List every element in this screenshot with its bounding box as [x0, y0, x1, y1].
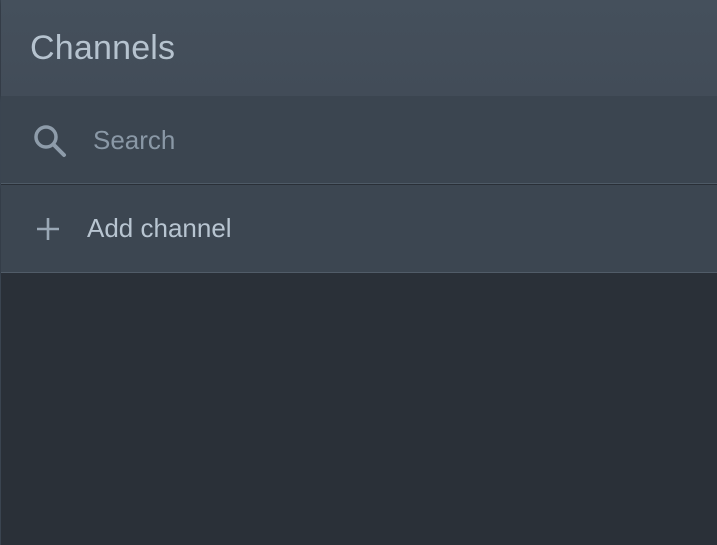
channel-list-empty-area	[1, 273, 717, 545]
page-title: Channels	[30, 29, 176, 67]
add-channel-label: Add channel	[87, 213, 232, 243]
search-icon	[33, 124, 67, 158]
search-input[interactable]	[93, 118, 673, 162]
plus-icon	[35, 216, 61, 242]
panel-header: Channels	[1, 0, 717, 96]
search-bar	[1, 96, 717, 184]
add-channel-button[interactable]: Add channel	[1, 185, 717, 273]
channels-panel: Channels Add channel	[0, 0, 717, 545]
